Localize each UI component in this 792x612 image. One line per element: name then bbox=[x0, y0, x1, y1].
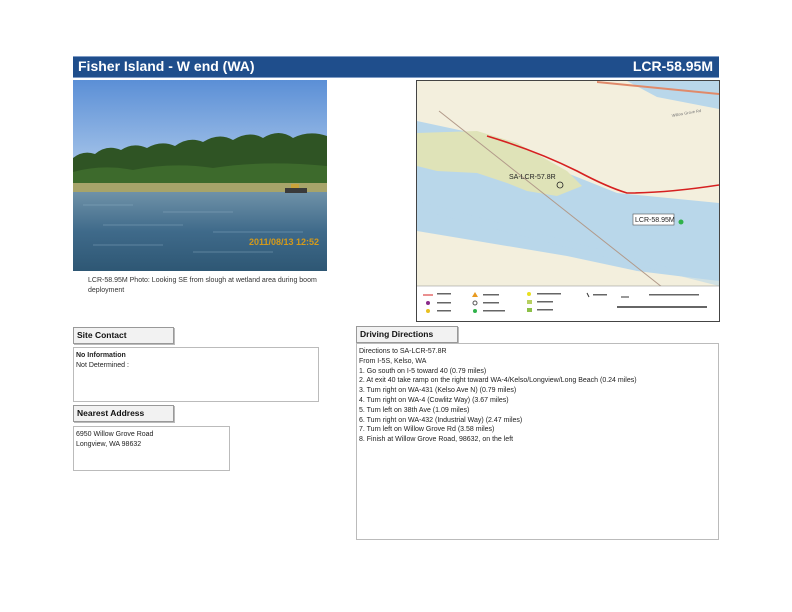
direction-line: 8. Finish at Willow Grove Road, 98632, o… bbox=[359, 436, 514, 444]
map-point-label: LCR-58.95M bbox=[635, 217, 675, 224]
nearest-address-heading: Nearest Address bbox=[73, 405, 174, 422]
direction-line: 2. At exit 40 take ramp on the right tow… bbox=[359, 377, 637, 385]
map-image: SA-LCR-57.8R LCR-58.95M Willow Grove Rd bbox=[417, 81, 719, 321]
driving-directions-heading: Driving Directions bbox=[356, 326, 458, 343]
site-contact-name: No Information bbox=[76, 352, 126, 359]
page-header: Fisher Island - W end (WA) LCR-58.95M bbox=[73, 56, 719, 78]
photo-caption: LCR-58.95M Photo: Looking SE from slough… bbox=[88, 277, 317, 294]
direction-line: 4. Turn right on WA-4 (Cowlitz Way) (3.6… bbox=[359, 396, 509, 404]
site-contact-detail: Not Determined : bbox=[76, 361, 129, 369]
direction-line: 3. Turn right on WA-431 (Kelso Ave N) (0… bbox=[359, 387, 517, 395]
site-title: Fisher Island - W end (WA) bbox=[78, 58, 255, 74]
address-line-2: Longview, WA 98632 bbox=[76, 440, 142, 448]
direction-line: 6. Turn right on WA-432 (Industrial Way)… bbox=[359, 416, 523, 424]
site-code: LCR-58.95M bbox=[632, 58, 713, 74]
driving-directions-box: Directions to SA-LCR-57.8R From I-5S, Ke… bbox=[356, 343, 719, 540]
site-contact-heading: Site Contact bbox=[73, 327, 174, 344]
nearest-address-box: 6950 Willow Grove Road Longview, WA 9863… bbox=[73, 426, 230, 471]
site-photo: 2011/08/13 12:52 bbox=[73, 80, 327, 271]
site-photo-image: 2011/08/13 12:52 bbox=[73, 80, 327, 271]
direction-line: Directions to SA-LCR-57.8R bbox=[359, 348, 447, 355]
address-line-1: 6950 Willow Grove Road bbox=[76, 431, 154, 438]
direction-line: 7. Turn left on Willow Grove Rd (3.58 mi… bbox=[359, 426, 495, 434]
direction-line: 1. Go south on I-5 toward 40 (0.79 miles… bbox=[359, 367, 487, 375]
site-map[interactable]: SA-LCR-57.8R LCR-58.95M Willow Grove Rd bbox=[416, 80, 720, 322]
site-contact-box: No Information Not Determined : bbox=[73, 347, 319, 402]
photo-timestamp: 2011/08/13 12:52 bbox=[249, 237, 319, 247]
direction-line: 5. Turn left on 38th Ave (1.09 miles) bbox=[359, 406, 470, 414]
direction-line: From I-5S, Kelso, WA bbox=[359, 357, 427, 365]
map-site-label: SA-LCR-57.8R bbox=[509, 174, 556, 181]
